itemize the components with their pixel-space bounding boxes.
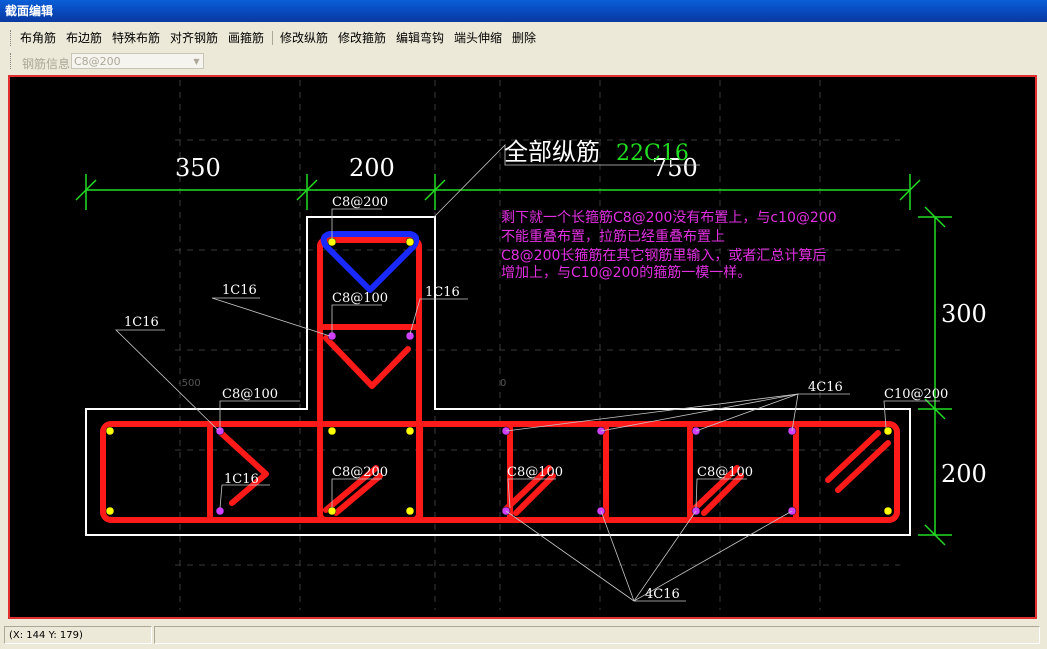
note-line-2: 不能重叠布置，拉筋已经重叠布置上 [501, 228, 725, 245]
note-line-1: 剩下就一个长箍筋C8@200没有布置上，与c10@200 [501, 209, 837, 226]
toolbar-special-rebar-button[interactable]: 特殊布筋 [112, 30, 160, 46]
window-titlebar: 截面编辑 [0, 0, 1047, 22]
total-rebar-value: 22C16 [616, 141, 689, 166]
toolbar-delete-button[interactable]: 删除 [512, 30, 536, 46]
label-1c16-c: 1C16 [124, 315, 159, 330]
label-1c16-d: 1C16 [224, 472, 259, 487]
label-c8-100-mid: C8@100 [507, 465, 563, 480]
status-panel [154, 626, 1040, 644]
window-title: 截面编辑 [5, 4, 54, 18]
label-c8-100-web: C8@100 [332, 291, 388, 306]
cursor-coordinates: (X: 144 Y: 179) [4, 626, 152, 644]
toolbar-edit-stirrup-button[interactable]: 修改箍筋 [338, 30, 386, 46]
toolbar-edge-rebar-button[interactable]: 布边筋 [66, 30, 102, 46]
label-c8-100-left: C8@100 [222, 387, 278, 402]
label-c8-200-top: C8@200 [332, 195, 388, 210]
rebar-info-bar: 钢筋信息 C8@200 ▼ [0, 50, 1047, 74]
toolbar-corner-rebar-button[interactable]: 布角筋 [20, 30, 56, 46]
drawing-canvas[interactable]: -500 0 350 200 750 300 200 全部纵筋 22C16 剩下… [8, 75, 1037, 619]
toolbar-align-rebar-button[interactable]: 对齐钢筋 [170, 30, 218, 46]
rebar-info-label: 钢筋信息 [22, 57, 71, 71]
rebar-info-value: C8@200 [74, 55, 121, 68]
total-rebar-label: 全部纵筋 [504, 138, 600, 166]
toolbar-grip[interactable] [10, 30, 14, 46]
toolbar-edit-longitudinal-button[interactable]: 修改纵筋 [280, 30, 328, 46]
rebar-info-select[interactable]: C8@200 ▼ [71, 53, 204, 69]
chevron-down-icon[interactable]: ▼ [190, 54, 203, 68]
main-toolbar: 布角筋 布边筋 特殊布筋 对齐钢筋 画箍筋 修改纵筋 修改箍筋 编辑弯钩 端头伸… [0, 27, 1047, 49]
toolbar-edit-hook-button[interactable]: 编辑弯钩 [396, 30, 444, 46]
dim-200-top: 200 [349, 154, 395, 182]
dim-350: 350 [175, 154, 221, 182]
dim-300: 300 [941, 300, 987, 328]
label-1c16-a: 1C16 [222, 283, 257, 298]
status-bar: (X: 144 Y: 179) [0, 624, 1047, 649]
note-line-4: 增加上，与C10@200的箍筋一模一样。 [501, 264, 751, 281]
label-4c16-top: 4C16 [808, 380, 843, 395]
note-line-3: C8@200长箍筋在其它钢筋里输入，或者汇总计算后 [501, 247, 826, 264]
toolbar-draw-stirrup-button[interactable]: 画箍筋 [228, 30, 264, 46]
coord-label-zero: 0 [500, 378, 506, 389]
label-c8-200-mid: C8@200 [332, 465, 388, 480]
label-4c16-bottom: 4C16 [645, 587, 680, 602]
toolbar-end-stretch-button[interactable]: 端头伸缩 [454, 30, 502, 46]
dim-200-side: 200 [941, 460, 987, 488]
label-c10-200: C10@200 [884, 387, 948, 402]
label-1c16-b: 1C16 [425, 285, 460, 300]
toolbar-grip[interactable] [10, 53, 14, 69]
coord-label-minus500: -500 [178, 378, 201, 389]
label-c8-100-right: C8@100 [697, 465, 753, 480]
toolbar-separator [272, 31, 273, 45]
